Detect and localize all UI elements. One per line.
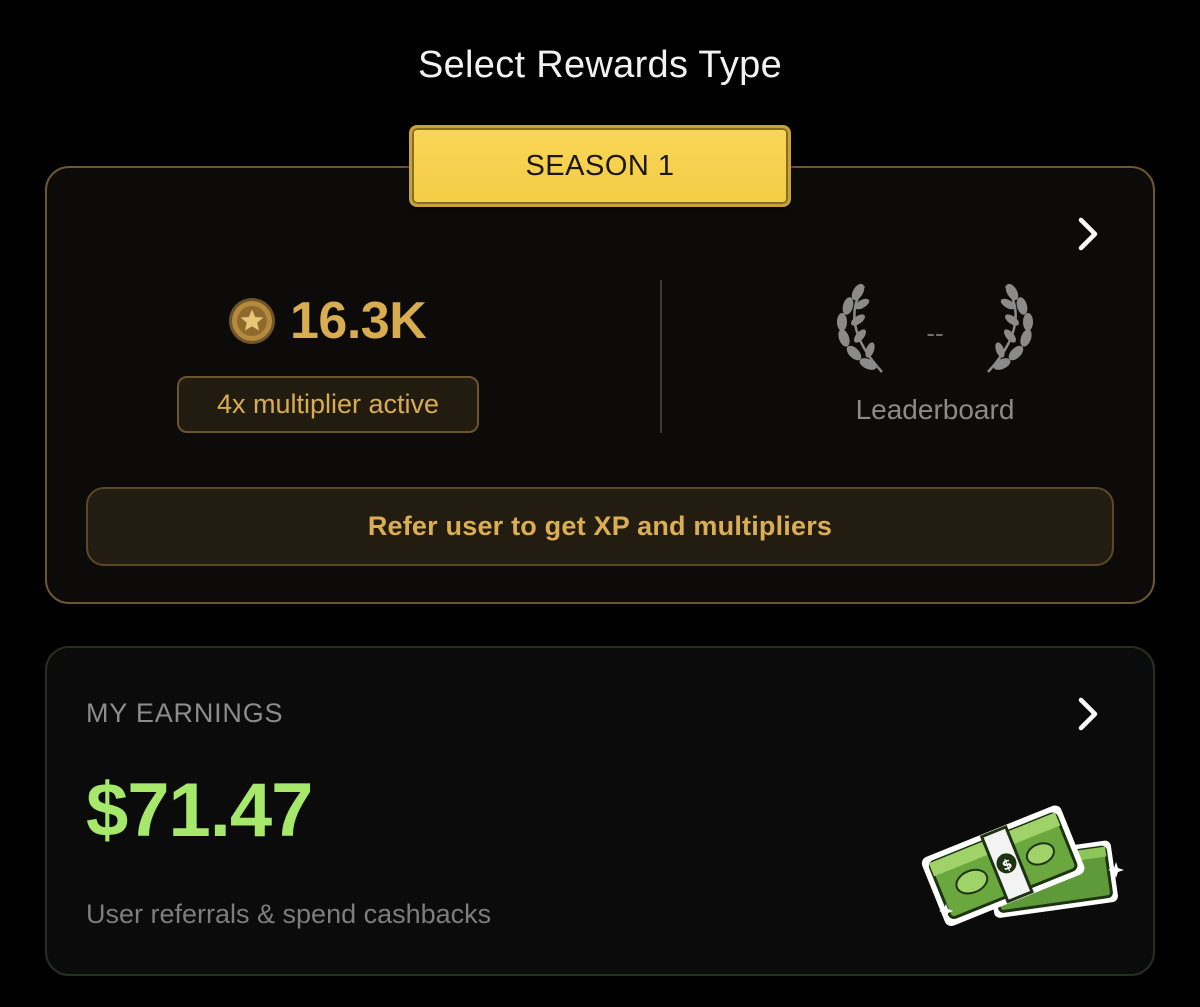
earnings-amount: $71.47 [86,768,313,853]
earnings-label: MY EARNINGS [86,698,284,728]
rewards-screen: Select Rewards Type SEASON 1 16.3K 4x mu… [0,0,1200,1007]
points-value: 16.3K [290,292,427,350]
season-chevron-right-icon[interactable] [1071,214,1105,254]
refer-user-button[interactable]: Refer user to get XP and multipliers [86,487,1114,566]
season-points: 16.3K [228,292,427,350]
star-coin-icon [229,298,275,344]
earnings-subtitle: User referrals & spend cashbacks [86,899,492,929]
leaderboard-rank: -- [926,318,944,348]
earnings-chevron-right-icon[interactable] [1071,694,1105,734]
page-title: Select Rewards Type [417,44,783,86]
season-tab-label: SEASON 1 [409,125,791,207]
card-divider [660,280,662,433]
cash-stack-icon: $ [921,805,1124,927]
multiplier-badge: 4x multiplier active [177,376,479,433]
leaderboard-label[interactable]: Leaderboard [800,394,1070,426]
